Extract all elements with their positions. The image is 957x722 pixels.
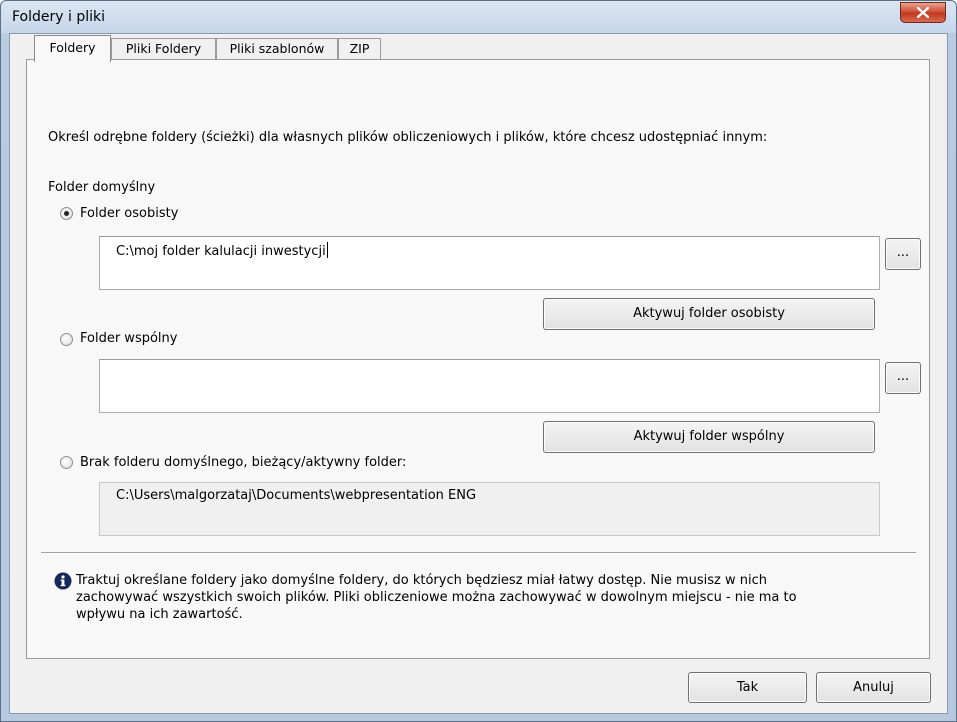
cancel-button[interactable]: Anuluj xyxy=(816,672,931,703)
shared-folder-browse-button[interactable]: ... xyxy=(885,362,921,394)
tab-panel-foldery: Określ odrębne foldery (ścieżki) dla wła… xyxy=(26,59,930,659)
close-button[interactable] xyxy=(900,2,946,23)
radio-selected-dot xyxy=(64,211,69,216)
tab-foldery[interactable]: Foldery xyxy=(34,35,111,62)
personal-folder-path-input[interactable]: C:\moj folder kalulacji inwestycji xyxy=(99,236,880,290)
close-icon xyxy=(917,7,929,18)
activate-shared-folder-button[interactable]: Aktywuj folder wspólny xyxy=(543,421,875,453)
text-caret xyxy=(326,242,328,258)
tab-zip[interactable]: ZIP xyxy=(338,38,381,60)
separator-line xyxy=(41,552,916,554)
activate-personal-folder-button[interactable]: Aktywuj folder osobisty xyxy=(543,298,875,330)
ok-button[interactable]: Tak xyxy=(688,672,807,703)
current-folder-path-field: C:\Users\malgorzataj\Documents\webpresen… xyxy=(99,482,880,536)
info-text-line-3: wpływu na ich zawartość. xyxy=(76,607,243,622)
intro-text: Określ odrębne foldery (ścieżki) dla wła… xyxy=(48,130,768,145)
default-folder-label: Folder domyślny xyxy=(48,180,156,195)
title-bar: Foldery i pliki xyxy=(1,1,956,33)
tab-pliki-szablonow[interactable]: Pliki szablonów xyxy=(216,38,338,60)
info-text-line-1: Traktuj określane foldery jako domyślne … xyxy=(76,573,768,588)
personal-folder-browse-button[interactable]: ... xyxy=(885,238,921,270)
no-default-folder-label: Brak folderu domyślnego, bieżący/aktywny… xyxy=(80,455,407,470)
info-icon xyxy=(54,572,72,590)
shared-folder-path-input[interactable] xyxy=(99,359,880,413)
personal-folder-radio[interactable] xyxy=(60,207,73,220)
personal-folder-label: Folder osobisty xyxy=(80,206,179,221)
dialog-window: Foldery i pliki Foldery Pliki Foldery Pl… xyxy=(0,0,957,722)
no-default-folder-radio[interactable] xyxy=(60,456,73,469)
tab-pliki-foldery[interactable]: Pliki Foldery xyxy=(111,38,216,60)
shared-folder-radio[interactable] xyxy=(60,333,73,346)
window-title: Foldery i pliki xyxy=(12,9,106,25)
info-text-line-2: zachowywać wszystkich swoich plików. Pli… xyxy=(76,590,797,605)
shared-folder-label: Folder wspólny xyxy=(80,331,178,346)
